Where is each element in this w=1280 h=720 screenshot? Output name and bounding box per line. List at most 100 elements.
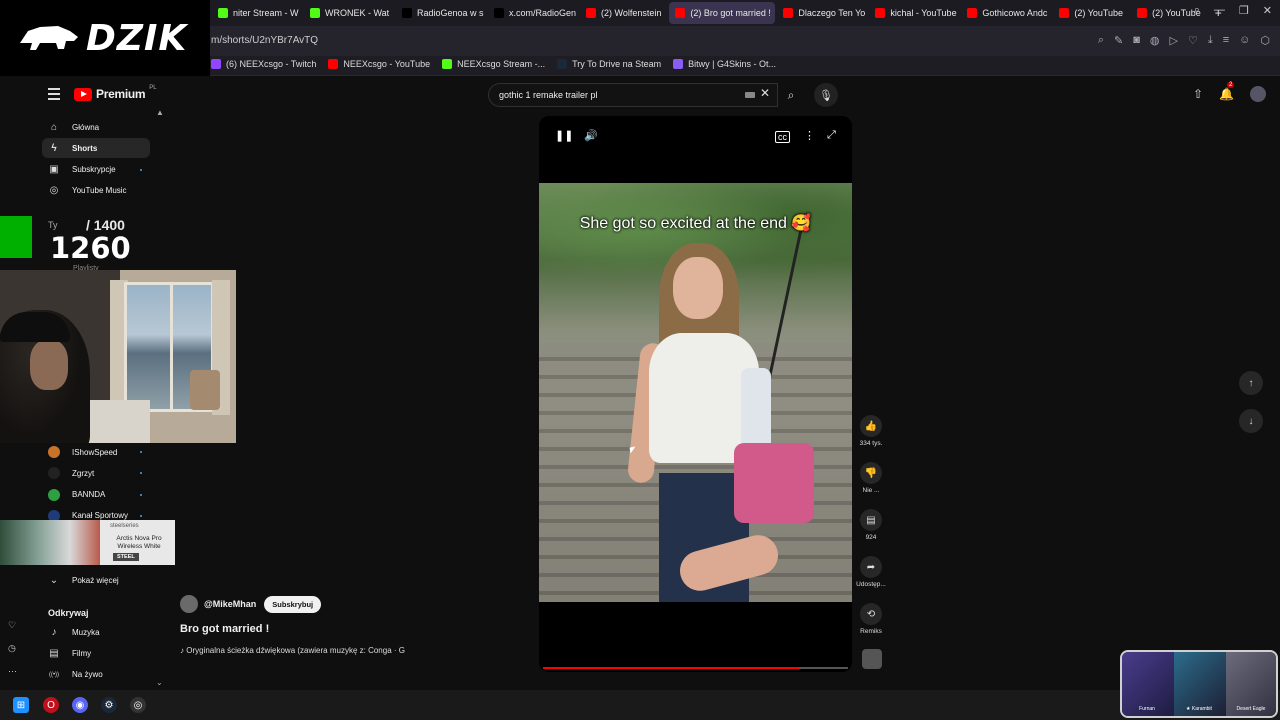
new-content-dot xyxy=(140,514,142,517)
restore-icon[interactable]: ❐ xyxy=(1239,4,1249,17)
progress-bar[interactable] xyxy=(543,667,848,669)
bookmark-item[interactable]: (6) NEEXcsgo - Twitch xyxy=(211,59,316,69)
camera-icon[interactable]: ◙ xyxy=(1133,34,1140,47)
show-more-button[interactable]: ⌄ Pokaż więcej xyxy=(42,570,150,590)
download-icon[interactable]: ⤓ xyxy=(1208,34,1213,47)
sidebar-item-filmy[interactable]: ▤ Filmy xyxy=(42,643,150,663)
browser-tab[interactable]: niter Stream - W xyxy=(212,2,302,24)
music-note-icon: ♪ xyxy=(51,626,57,638)
header-actions: ⇧ 🔔 2 xyxy=(1193,82,1266,102)
ad-product: Arctis Nova Pro Wireless White xyxy=(116,535,162,550)
browser-tab[interactable]: RadioGenoa w s xyxy=(396,2,486,24)
sidebar-item-youtube-music[interactable]: ◎ YouTube Music xyxy=(42,181,150,201)
progress-fill xyxy=(543,667,800,669)
bookmark-item[interactable]: Bitwy | G4Skins - Ot... xyxy=(673,59,776,69)
keyboard-icon[interactable] xyxy=(745,92,755,98)
more-options-icon[interactable]: ⋮ xyxy=(804,129,815,142)
profile-icon[interactable]: ☺ xyxy=(1239,34,1250,47)
browser-tab[interactable]: kichal - YouTube xyxy=(869,2,959,24)
channel-handle[interactable]: @MikeMhan xyxy=(204,599,256,609)
bookmark-item[interactable]: NEEXcsgo Stream -... xyxy=(442,59,545,69)
close-window-icon[interactable]: ✕ xyxy=(1263,4,1272,17)
next-short-button[interactable]: ↓ xyxy=(1239,409,1263,433)
sidebar-item-na-ywo[interactable]: ((•)) Na żywo xyxy=(42,665,150,685)
shorts-player[interactable]: ❚❚ 🔊 cc ⋮ ⤢ She got so excited at the en… xyxy=(539,116,852,672)
video-title[interactable]: Bro got married ! xyxy=(180,623,269,635)
tab-label: niter Stream - W xyxy=(233,8,299,18)
browser-tab[interactable]: Dlaczego Ten Yo xyxy=(777,2,867,24)
menu-icon[interactable]: ≡ xyxy=(1223,34,1229,47)
left-strip: ♡ ◷ ⋯ xyxy=(8,620,17,677)
sidebar-item-label: YouTube Music xyxy=(72,186,127,196)
share-button[interactable]: ➦ Udostęp... xyxy=(852,556,890,588)
url-field[interactable]: m/shorts/U2nYBr7AvTQ xyxy=(211,35,318,46)
sidebar-item-zgrzyt[interactable]: Zgrzyt xyxy=(42,463,150,483)
opera-icon[interactable]: O xyxy=(43,697,59,713)
sidebar-item-g-wna[interactable]: ⌂ Główna xyxy=(42,117,150,137)
bookmark-favicon-icon xyxy=(211,59,221,69)
obs-icon[interactable]: ◎ xyxy=(130,697,146,713)
extension-icon[interactable]: ⬡ xyxy=(1260,34,1270,47)
bookmark-item[interactable]: Try To Drive na Steam xyxy=(557,59,661,69)
channel-avatar[interactable] xyxy=(180,595,198,613)
search-input[interactable]: gothic 1 remake trailer pl xyxy=(488,83,778,107)
browser-tab[interactable]: x.com/RadioGen xyxy=(488,2,578,24)
avatar[interactable] xyxy=(1250,86,1266,102)
sidebar-scroll-up-icon[interactable]: ▲ xyxy=(156,108,164,117)
tab-favicon-icon xyxy=(586,8,596,18)
discord-icon[interactable]: ◉ xyxy=(72,697,88,713)
search-tabs-icon[interactable]: ⌕ xyxy=(1194,4,1200,17)
minimize-icon[interactable]: — xyxy=(1214,4,1225,17)
bookmark-item[interactable]: NEEXcsgo - YouTube xyxy=(328,59,430,69)
steam-icon[interactable]: ⚙ xyxy=(101,697,117,713)
previous-short-button[interactable]: ↑ xyxy=(1239,371,1263,395)
dislike-button[interactable]: 👎 Nie ... xyxy=(852,462,890,494)
edit-icon[interactable]: ✎ xyxy=(1114,34,1123,47)
pause-icon[interactable]: ❚❚ xyxy=(555,129,573,142)
thumbs-up-icon: 👍 xyxy=(860,415,882,437)
clock-icon[interactable]: ◷ xyxy=(8,643,17,654)
youtube-logo[interactable]: Premium PL xyxy=(74,85,157,101)
score-overlay: Ty / 1400 1260 xyxy=(0,216,135,268)
remix-label: Remiks xyxy=(860,628,882,635)
heart-icon[interactable]: ♡ xyxy=(8,620,17,631)
subscribe-button[interactable]: Subskrybuj xyxy=(264,595,322,613)
audio-track-link[interactable]: ♪ Oryginalna ścieżka dźwiękowa (zawiera … xyxy=(180,646,405,655)
browser-tab[interactable]: Gothicowo Andc xyxy=(961,2,1051,24)
sidebar-item-shorts[interactable]: ϟ Shorts xyxy=(42,138,150,159)
sidebar-item-ishowspeed[interactable]: IShowSpeed xyxy=(42,442,150,462)
shield-icon[interactable]: ◍ xyxy=(1150,34,1160,47)
search-button[interactable]: ⌕ xyxy=(780,83,802,107)
sidebar-item-subskrypcje[interactable]: ▣ Subskrypcje xyxy=(42,160,150,180)
browser-tab[interactable]: (2) Bro got married ! xyxy=(669,2,776,24)
voice-search-button[interactable]: 🎙 xyxy=(814,83,838,107)
sidebar-item-bannda[interactable]: BANNDA xyxy=(42,485,150,505)
comments-button[interactable]: ▤ 924 xyxy=(852,509,890,541)
mouse-cursor xyxy=(629,446,637,454)
sound-thumbnail[interactable] xyxy=(862,649,882,669)
volume-icon[interactable]: 🔊 xyxy=(584,129,598,142)
hamburger-menu-icon[interactable] xyxy=(48,88,60,103)
browser-tab[interactable]: (2) YouTube xyxy=(1053,2,1129,24)
upload-icon[interactable]: ⇧ xyxy=(1193,87,1203,101)
notifications-icon[interactable]: 🔔 2 xyxy=(1219,82,1235,101)
bookmark-label: Bitwy | G4Skins - Ot... xyxy=(688,59,777,69)
fullscreen-icon[interactable]: ⤢ xyxy=(827,129,836,142)
sidebar-scroll-down-icon[interactable]: ⌄ xyxy=(156,678,163,687)
skin-label: Desert Eagle xyxy=(1236,706,1266,712)
play-icon[interactable]: ▷ xyxy=(1170,34,1178,47)
tab-label: RadioGenoa w s xyxy=(417,8,484,18)
more-icon[interactable]: ⋯ xyxy=(8,666,17,677)
remix-button[interactable]: ⟲ Remiks xyxy=(852,603,890,635)
sidebar-item-muzyka[interactable]: ♪ Muzyka xyxy=(42,622,150,642)
heart-icon[interactable]: ♡ xyxy=(1188,34,1198,47)
zoom-icon[interactable]: ⌕ xyxy=(1098,34,1104,47)
clear-search-icon[interactable]: ✕ xyxy=(760,86,770,100)
like-button[interactable]: 👍 334 tys. xyxy=(852,415,890,447)
browser-tab[interactable]: (2) Wolfenstein xyxy=(580,2,667,24)
film-icon: ▤ xyxy=(49,647,59,659)
browser-tab[interactable]: WRONEK - Wat xyxy=(304,2,394,24)
video-frame[interactable]: She got so excited at the end 🥰 xyxy=(539,183,852,602)
captions-icon[interactable]: cc xyxy=(775,131,790,143)
windows-start-icon[interactable]: ⊞ xyxy=(13,697,29,713)
